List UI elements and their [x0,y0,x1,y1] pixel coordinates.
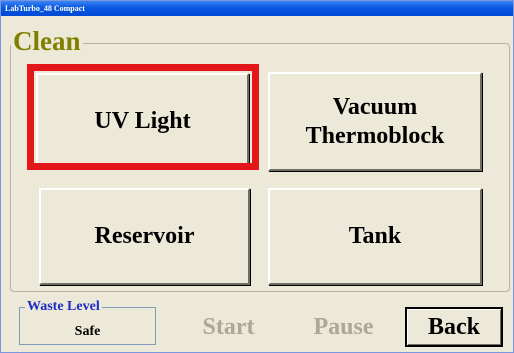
tank-button[interactable]: Tank [268,188,482,285]
window-title: LabTurbo_48 Compact [1,1,513,16]
waste-level-value: Safe [74,324,101,339]
app-window: LabTurbo_48 Compact Clean UV Light Vacuu… [0,0,514,353]
back-button[interactable]: Back [405,307,503,347]
reservoir-button[interactable]: Reservoir [39,188,250,285]
clean-group-title: Clean [11,24,83,58]
tank-button-label: Tank [348,223,402,249]
waste-level-title: Waste Level [25,299,102,315]
vacuum-thermoblock-button[interactable]: Vacuum Thermoblock [268,72,482,171]
selection-highlight [27,64,259,170]
vacuum-thermoblock-button-label: Vacuum Thermoblock [305,93,445,149]
start-button[interactable]: Start [176,307,281,347]
reservoir-button-label: Reservoir [94,223,195,249]
pause-button[interactable]: Pause [291,307,396,347]
